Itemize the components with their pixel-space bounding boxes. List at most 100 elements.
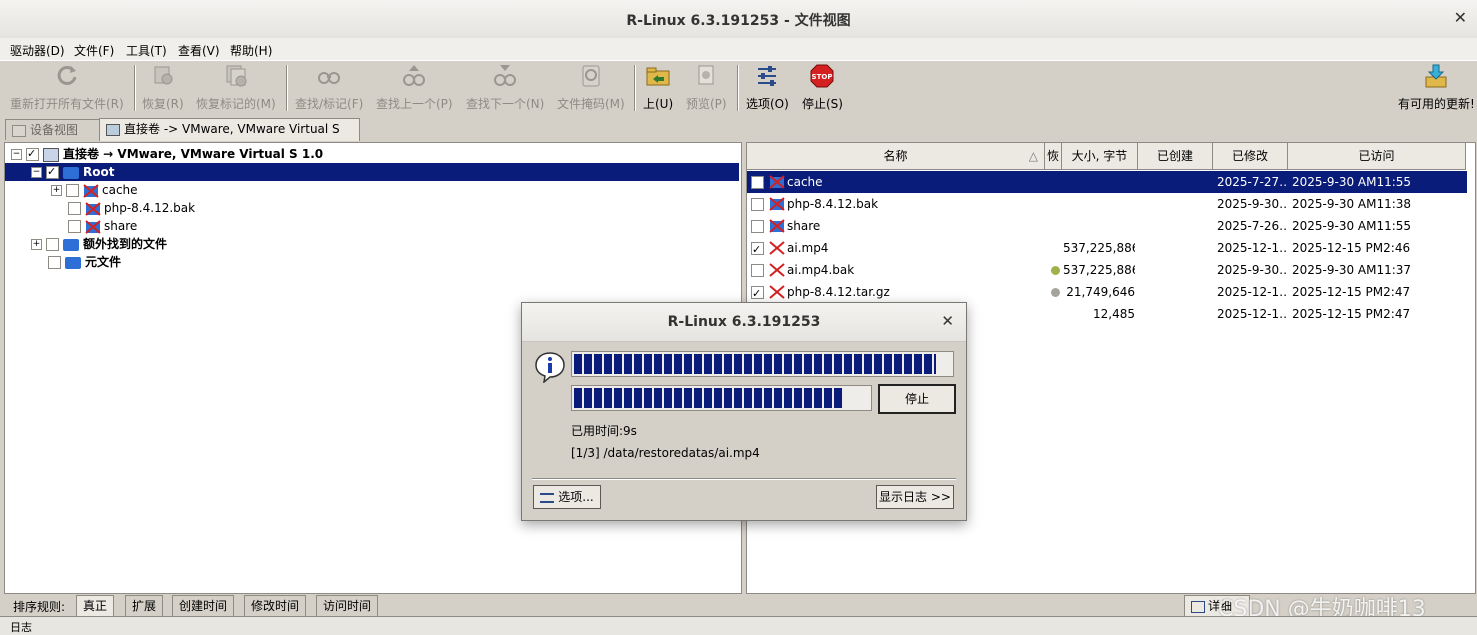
tree-item-root[interactable]: −Root bbox=[5, 163, 739, 181]
row-checkbox[interactable] bbox=[751, 264, 764, 277]
menu-help[interactable]: 帮助(H) bbox=[230, 42, 272, 59]
toolbar-separator bbox=[737, 65, 739, 111]
sort-modified-button[interactable]: 修改时间 bbox=[244, 595, 307, 617]
recover-button[interactable]: 恢复(R) bbox=[142, 63, 184, 112]
cell-size: 21,749,646 bbox=[1066, 285, 1135, 299]
overall-progress-bar bbox=[571, 351, 954, 377]
column-created[interactable]: 已创建 bbox=[1138, 143, 1213, 170]
column-size[interactable]: 大小, 字节 bbox=[1062, 143, 1138, 170]
column-recover[interactable]: 恢 bbox=[1045, 143, 1062, 170]
cell-accessed: 2025-12-15 PM2:47 bbox=[1292, 285, 1411, 299]
row-checkbox[interactable] bbox=[751, 176, 764, 189]
find-next-button[interactable]: 查找下一个(N) bbox=[466, 63, 544, 112]
dialog-close-icon[interactable]: ✕ bbox=[941, 312, 954, 330]
toolbar-separator bbox=[286, 65, 288, 111]
deleted-file-icon bbox=[769, 285, 785, 299]
table-row[interactable]: share 2025-7-26… 2025-9-30 AM11:55 bbox=[747, 215, 1467, 237]
sort-accessed-button[interactable]: 访问时间 bbox=[316, 595, 379, 617]
cell-size: 537,225,886 bbox=[1063, 241, 1135, 255]
deleted-folder-icon bbox=[769, 175, 785, 189]
tree-item-cache[interactable]: + cache bbox=[51, 181, 138, 199]
table-row[interactable]: cache 2025-7-27… 2025-9-30 AM11:55 bbox=[747, 171, 1467, 193]
stop-button[interactable]: STOP 停止(S) bbox=[802, 63, 843, 112]
tree-item-metafiles[interactable]: 元文件 bbox=[48, 253, 121, 271]
info-icon bbox=[535, 352, 565, 383]
recover-marked-button[interactable]: 恢复标记的(M) bbox=[196, 63, 276, 112]
file-mask-button[interactable]: 文件掩码(M) bbox=[557, 63, 625, 112]
progress-dialog: R-Linux 6.3.191253 ✕ 停止 已用时间:9s [1/3] /d… bbox=[521, 302, 967, 521]
cell-name: ai.mp4 bbox=[787, 241, 829, 255]
tree-checkbox[interactable] bbox=[68, 220, 81, 233]
column-name[interactable]: 名称 △ bbox=[747, 143, 1045, 170]
file-progress-fill bbox=[574, 388, 843, 408]
menu-file[interactable]: 文件(F) bbox=[74, 42, 114, 59]
toolbar-separator bbox=[134, 65, 136, 111]
tree-checkbox[interactable] bbox=[26, 145, 39, 163]
row-checkbox[interactable] bbox=[751, 198, 764, 211]
expand-icon[interactable]: + bbox=[51, 185, 62, 196]
window-titlebar: R-Linux 6.3.191253 - 文件视图 ✕ bbox=[0, 0, 1477, 39]
tab-direct-volume[interactable]: 直接卷 -> VMware, VMware Virtual S 1.0 bbox=[99, 118, 360, 156]
expand-icon[interactable]: + bbox=[31, 239, 42, 250]
find-mark-button[interactable]: 查找/标记(F) bbox=[295, 63, 363, 112]
options-button[interactable]: 选项(O) bbox=[746, 63, 789, 112]
menu-tools[interactable]: 工具(T) bbox=[126, 42, 167, 59]
elapsed-time: 已用时间:9s bbox=[571, 424, 637, 438]
folder-icon bbox=[63, 166, 79, 179]
collapse-icon[interactable]: − bbox=[31, 167, 42, 178]
recover-marked-icon bbox=[226, 65, 247, 87]
tree-checkbox[interactable] bbox=[68, 202, 81, 215]
menu-view[interactable]: 查看(V) bbox=[178, 42, 220, 59]
tree-checkbox[interactable] bbox=[48, 256, 61, 269]
find-prev-button[interactable]: 查找上一个(P) bbox=[376, 63, 453, 112]
tab-device-view[interactable]: 设备视图 bbox=[5, 119, 103, 140]
cell-modified: 2025-12-1… bbox=[1217, 285, 1287, 299]
column-accessed[interactable]: 已访问 bbox=[1288, 143, 1466, 170]
reopen-all-button[interactable]: 重新打开所有文件(R) bbox=[10, 63, 124, 112]
deleted-folder-icon bbox=[769, 219, 785, 233]
deleted-folder-icon bbox=[85, 201, 101, 216]
preview-button[interactable]: 预览(P) bbox=[686, 63, 727, 112]
menubar: 驱动器(D) 文件(F) 工具(T) 查看(V) 帮助(H) bbox=[0, 38, 1477, 60]
dialog-stop-button[interactable]: 停止 bbox=[878, 384, 956, 414]
tree-checkbox[interactable] bbox=[66, 184, 79, 197]
options-icon bbox=[540, 492, 555, 503]
cell-modified: 2025-12-1… bbox=[1217, 241, 1287, 255]
show-log-button[interactable]: 显示日志 >> bbox=[876, 485, 954, 509]
table-row[interactable]: php-8.4.12.bak 2025-9-30… 2025-9-30 AM11:3… bbox=[747, 193, 1467, 215]
deleted-folder-icon bbox=[83, 183, 99, 198]
tree-item-php-bak[interactable]: php-8.4.12.bak bbox=[68, 199, 195, 217]
dialog-options-button[interactable]: 选项... bbox=[533, 485, 601, 509]
tree-item-extra-found[interactable]: + 额外找到的文件 bbox=[31, 235, 167, 253]
refresh-icon bbox=[57, 65, 77, 85]
cell-size: 12,485 bbox=[1093, 307, 1135, 321]
sort-real-button[interactable]: 真正 bbox=[76, 595, 115, 617]
sort-ext-button[interactable]: 扩展 bbox=[125, 595, 164, 617]
window-close-icon[interactable]: ✕ bbox=[1454, 8, 1467, 27]
tree-checkbox[interactable] bbox=[46, 238, 59, 251]
collapse-icon[interactable]: − bbox=[11, 149, 22, 160]
cell-modified: 2025-7-27… bbox=[1217, 175, 1287, 189]
menu-drive[interactable]: 驱动器(D) bbox=[10, 42, 65, 59]
folder-up-icon bbox=[646, 67, 670, 86]
update-button[interactable]: 有可用的更新! bbox=[1398, 63, 1475, 112]
cell-modified: 2025-9-30… bbox=[1217, 263, 1287, 277]
row-checkbox[interactable] bbox=[751, 283, 764, 305]
preview-icon bbox=[698, 65, 714, 85]
details-view-icon bbox=[1191, 600, 1205, 613]
table-row[interactable]: ai.mp4 537,225,886 2025-12-1… 2025-12-15 PM… bbox=[747, 237, 1467, 261]
deleted-folder-icon bbox=[769, 197, 785, 211]
binoculars-up-icon bbox=[403, 65, 426, 86]
table-row[interactable]: ai.mp4.bak 537,225,886 2025-9-30… 2025-9-30… bbox=[747, 259, 1467, 281]
column-modified[interactable]: 已修改 bbox=[1213, 143, 1288, 170]
sort-created-button[interactable]: 创建时间 bbox=[172, 595, 235, 617]
tree-checkbox[interactable] bbox=[46, 163, 59, 181]
row-checkbox[interactable] bbox=[751, 239, 764, 261]
tree-item-share[interactable]: share bbox=[68, 217, 137, 235]
stop-sign-icon: STOP bbox=[810, 64, 834, 88]
table-row[interactable]: php-8.4.12.tar.gz 21,749,646 2025-12-1… 202… bbox=[747, 281, 1467, 305]
up-button[interactable]: 上(U) bbox=[643, 63, 673, 112]
dialog-title: R-Linux 6.3.191253 bbox=[667, 314, 821, 330]
row-checkbox[interactable] bbox=[751, 220, 764, 233]
tree-item-volume[interactable]: −直接卷 → VMware, VMware Virtual S 1.0 bbox=[11, 145, 323, 163]
